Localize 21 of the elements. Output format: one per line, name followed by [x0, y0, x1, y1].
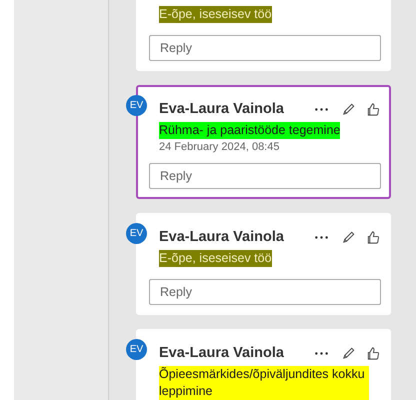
like-icon[interactable]: [366, 230, 381, 244]
avatar: EV: [126, 339, 147, 360]
comment-card[interactable]: E-õpe, iseseisev töö Reply: [136, 0, 391, 71]
author-name: Eva-Laura Vainola: [159, 229, 285, 245]
comment-text: Rühma- ja paaristööde tegemine: [159, 122, 340, 139]
author-name: Eva-Laura Vainola: [159, 101, 285, 117]
reply-field[interactable]: Reply: [149, 35, 381, 61]
pencil-icon[interactable]: [341, 102, 356, 116]
comment-text: Õpieesmärkides/õpiväljundites kokku leppimine: [159, 366, 369, 400]
comment-date: 24 February 2024, 08:45: [159, 141, 280, 153]
pencil-icon[interactable]: [341, 346, 356, 360]
avatar: EV: [126, 95, 147, 116]
comment-text: E-õpe, iseseisev töö: [159, 250, 272, 267]
pencil-icon[interactable]: [341, 230, 356, 244]
reply-field[interactable]: Reply: [149, 163, 381, 189]
like-icon[interactable]: [366, 102, 381, 116]
like-icon[interactable]: [366, 346, 381, 360]
author-name: Eva-Laura Vainola: [159, 345, 285, 361]
avatar: EV: [126, 223, 147, 244]
reply-field[interactable]: Reply: [149, 279, 381, 305]
comment-text: E-õpe, iseseisev töö: [159, 6, 272, 23]
